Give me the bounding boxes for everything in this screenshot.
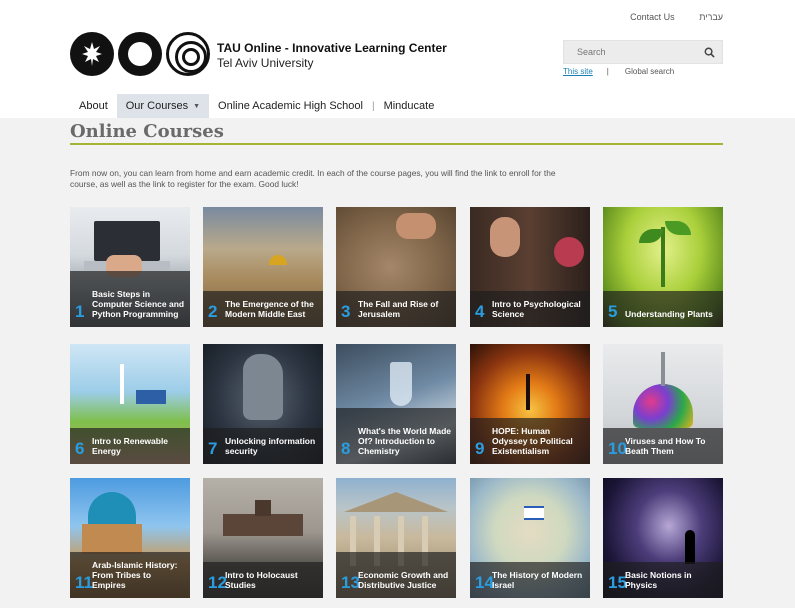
site-subtitle: Tel Aviv University — [217, 56, 314, 70]
search-box — [563, 40, 723, 64]
course-title: Viruses and How To Beath Them — [625, 436, 706, 456]
hebrew-language-link[interactable]: עברית — [699, 12, 723, 22]
contact-us-link[interactable]: Contact Us — [630, 12, 675, 22]
course-title: The Emergence of the Modern Middle East — [225, 299, 314, 319]
course-tile[interactable]: 12 Intro to Holocaust Studies — [203, 478, 323, 598]
course-title: Intro to Holocaust Studies — [225, 570, 298, 590]
site-title: TAU Online - Innovative Learning Center — [217, 41, 447, 55]
nav-about[interactable]: About — [70, 94, 117, 118]
top-links: Contact Us עברית — [608, 12, 723, 22]
course-title: Intro to Renewable Energy — [92, 436, 169, 456]
course-title: Basic Notions in Physics — [625, 570, 692, 590]
course-tile[interactable]: 3 The Fall and Rise of Jerusalem — [336, 207, 456, 327]
course-title: The History of Modern Israel — [492, 570, 583, 590]
course-number: 11 — [75, 573, 93, 592]
course-tile[interactable]: 8 What's the World Made Of? Introduction… — [336, 344, 456, 464]
main-nav: About Our Courses ▼ Online Academic High … — [70, 94, 443, 118]
course-number: 4 — [475, 302, 485, 321]
nav-minducate[interactable]: Minducate — [375, 94, 444, 118]
course-number: 5 — [608, 302, 618, 321]
course-tile[interactable]: 15 Basic Notions in Physics — [603, 478, 723, 598]
course-tile[interactable]: 13 Economic Growth and Distributive Just… — [336, 478, 456, 598]
course-title: Economic Growth and Distributive Justice — [358, 570, 449, 590]
site-header: Contact Us עברית TAU Online - Innovative… — [0, 0, 795, 118]
tau-emblem-icon — [70, 32, 114, 76]
course-title: Unlocking information security — [225, 436, 316, 456]
page-intro: From now on, you can learn from home and… — [70, 168, 556, 189]
nav-minducate-label: Minducate — [383, 100, 435, 112]
ring-logo-icon — [118, 32, 162, 76]
title-divider — [70, 143, 723, 145]
course-title: Arab-Islamic History: From Tribes to Emp… — [92, 560, 178, 590]
course-tile[interactable]: 5 Understanding Plants — [603, 207, 723, 327]
course-tile[interactable]: 10 Viruses and How To Beath Them — [603, 344, 723, 464]
course-title: HOPE: Human Odyssey to Political Existen… — [492, 426, 573, 456]
course-title: The Fall and Rise of Jerusalem — [358, 299, 439, 319]
course-number: 6 — [75, 439, 85, 458]
nav-our-courses[interactable]: Our Courses ▼ — [116, 94, 210, 118]
course-number: 9 — [475, 439, 485, 458]
tau-logo[interactable] — [70, 32, 212, 76]
course-tile[interactable]: 11 Arab-Islamic History: From Tribes to … — [70, 478, 190, 598]
course-title: Basic Steps in Computer Science and Pyth… — [92, 289, 185, 319]
nav-high-school-label: Online Academic High School — [218, 100, 363, 112]
course-number: 8 — [341, 439, 351, 458]
course-number: 7 — [208, 439, 218, 458]
course-number: 3 — [341, 302, 351, 321]
course-tile[interactable]: 6 Intro to Renewable Energy — [70, 344, 190, 464]
concentric-logo-icon — [166, 32, 210, 76]
course-number: 2 — [208, 302, 218, 321]
nav-about-label: About — [79, 100, 108, 112]
course-tile[interactable]: 4 Intro to Psychological Science — [470, 207, 590, 327]
course-title: Understanding Plants — [625, 309, 713, 319]
course-title: Intro to Psychological Science — [492, 299, 581, 319]
nav-online-academic-high-school[interactable]: Online Academic High School — [209, 94, 372, 118]
search-scope-separator: | — [606, 67, 609, 76]
search-input[interactable] — [564, 41, 694, 63]
course-tile[interactable]: 7 Unlocking information security — [203, 344, 323, 464]
search-global-option[interactable]: Global search — [625, 67, 674, 76]
course-title: What's the World Made Of? Introduction t… — [358, 426, 452, 456]
nav-our-courses-label: Our Courses — [125, 100, 189, 112]
chevron-down-icon: ▼ — [193, 102, 201, 110]
course-tile[interactable]: 2 The Emergence of the Modern Middle Eas… — [203, 207, 323, 327]
search-icon[interactable] — [704, 47, 715, 58]
search-scope: This site | Global search — [563, 67, 674, 76]
page-title: Online Courses — [70, 121, 224, 142]
search-this-site-option[interactable]: This site — [563, 67, 593, 76]
course-tile[interactable]: 1 Basic Steps in Computer Science and Py… — [70, 207, 190, 327]
course-number: 1 — [75, 302, 85, 321]
course-tile[interactable]: 9 HOPE: Human Odyssey to Political Exist… — [470, 344, 590, 464]
course-tile[interactable]: 14 The History of Modern Israel — [470, 478, 590, 598]
